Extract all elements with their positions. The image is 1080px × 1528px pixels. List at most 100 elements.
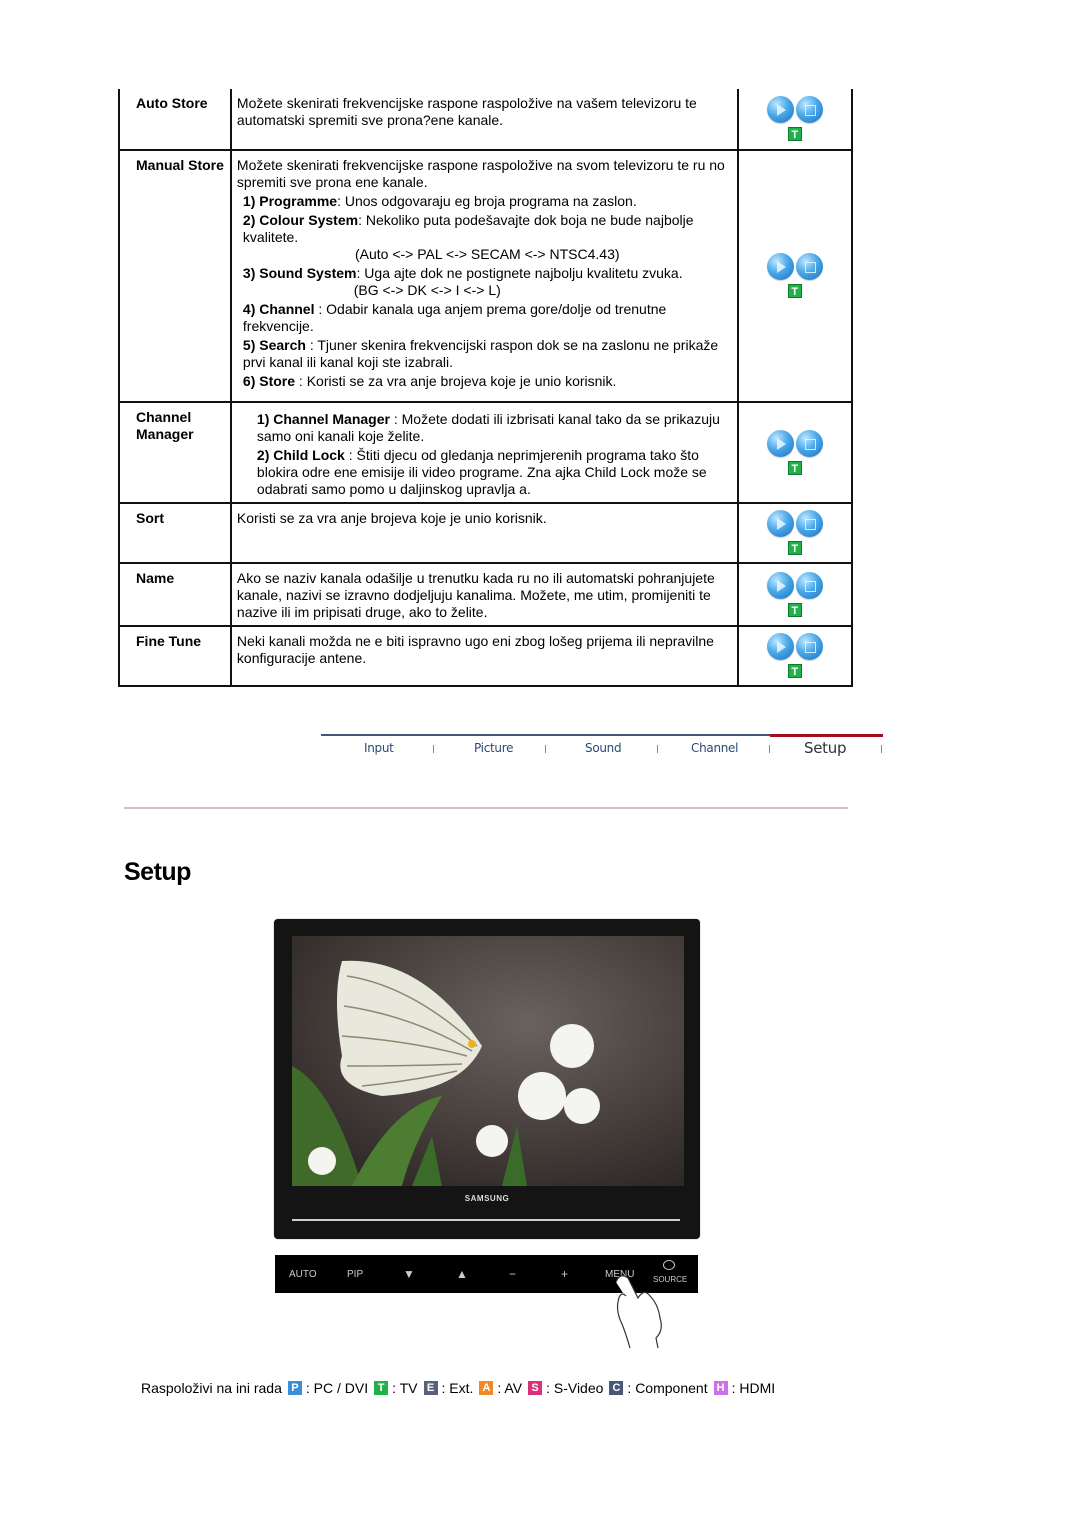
tv-mode-badge: T [787, 602, 802, 617]
play-icon[interactable] [766, 429, 794, 457]
feature-label: Name [118, 562, 232, 627]
play-icon[interactable] [766, 253, 794, 280]
legend-label: : PC / DVI [305, 1380, 369, 1396]
item-number: 2) Colour System [242, 212, 359, 228]
legend-label: : Ext. [441, 1380, 474, 1396]
page-title: Setup [124, 858, 191, 886]
stop-icon[interactable] [795, 429, 823, 457]
ext-badge: E [423, 1381, 438, 1395]
feature-label: Sort [118, 502, 232, 564]
tab-channel[interactable]: Channel [691, 741, 738, 755]
legend-prefix: Raspoloživi na ini rada [141, 1380, 282, 1396]
mode-icons: T [736, 562, 854, 627]
table-row: Manual Store Možete skenirati frekvencij… [118, 149, 854, 403]
play-icon[interactable] [766, 633, 794, 660]
tab-separator [881, 745, 882, 753]
play-icon[interactable] [766, 510, 794, 537]
tv-mode-badge: T [787, 127, 802, 141]
feature-label: Manual Store [118, 149, 232, 403]
item-text: : Tjuner skenira frekvencijski raspon do… [242, 337, 719, 370]
mode-icons: T [736, 149, 854, 403]
item-number: 4) Channel [242, 301, 315, 317]
hdmi-badge: H [713, 1381, 728, 1395]
mode-icons: T [736, 502, 854, 564]
section-nav: Input Picture Sound Channel Setup [321, 734, 883, 764]
legend-label: : TV [392, 1380, 418, 1396]
list-item: 3) Sound System: Uga ajte dok ne postign… [237, 265, 732, 299]
tv-mode-badge: T [787, 460, 802, 475]
table-row: Sort Koristi se za vra anje brojeva koje… [118, 502, 854, 564]
down-button[interactable]: ▼ [403, 1267, 415, 1281]
feature-description: Koristi se za vra anje brojeva koje je u… [229, 502, 739, 564]
feature-description: Možete skenirati frekvencijske raspone r… [229, 89, 739, 151]
pip-button[interactable]: PIP [347, 1269, 363, 1280]
play-icon[interactable] [766, 96, 794, 123]
item-number: 3) Sound System [242, 265, 357, 281]
feature-label: Fine Tune [118, 625, 232, 687]
play-icon[interactable] [766, 571, 794, 599]
item-text: : Uga ajte dok ne postignete najbolju kv… [356, 265, 683, 281]
available-modes-legend: Raspoloživi na ini rada P: PC / DVI T: T… [141, 1380, 775, 1396]
list-item: 2) Child Lock : Štiti djecu od gledanja … [237, 447, 732, 498]
tab-separator [769, 745, 770, 753]
list-item: 6) Store : Koristi se za vra anje brojev… [237, 373, 732, 390]
mode-icons: T [736, 89, 854, 151]
tab-picture[interactable]: Picture [474, 741, 513, 755]
feature-description: Ako se naziv kanala odašilje u trenutku … [229, 562, 739, 627]
hand-pointer-icon [615, 1275, 662, 1349]
item-number: 5) Search [242, 337, 306, 353]
legend-label: : Component [627, 1380, 708, 1396]
list-item: 1) Channel Manager : Možete dodati ili i… [237, 411, 732, 445]
auto-button[interactable]: AUTO [289, 1269, 317, 1280]
stop-icon[interactable] [795, 510, 823, 537]
tv-mode-badge: T [787, 541, 802, 555]
feature-label: Channel Manager [118, 401, 232, 504]
section-divider [124, 807, 848, 809]
item-number: 6) Store [242, 373, 296, 389]
minus-button[interactable]: − [509, 1267, 516, 1281]
setup-features-table: Auto Store Možete skenirati frekvencijsk… [118, 89, 854, 687]
table-row: Fine Tune Neki kanali možda ne e biti is… [118, 625, 854, 687]
tab-sound[interactable]: Sound [585, 741, 622, 755]
feature-label: Auto Store [118, 89, 232, 151]
tab-separator [545, 745, 546, 753]
component-badge: C [609, 1381, 624, 1395]
butterfly-photo [292, 936, 684, 1186]
monitor-illustration: SAMSUNG [274, 919, 700, 1239]
stop-icon[interactable] [795, 571, 823, 599]
tv-mode-badge: T [787, 284, 802, 298]
item-note: (Auto <-> PAL <-> SECAM <-> NTSC4.43) [354, 246, 620, 262]
tv-mode-badge: T [787, 664, 802, 678]
mode-icons: T [736, 625, 854, 687]
tv-badge: T [374, 1381, 389, 1395]
plus-button[interactable]: + [561, 1267, 568, 1281]
legend-label: : HDMI [731, 1380, 776, 1396]
item-note: (BG <-> DK <-> I <-> L) [353, 282, 501, 298]
list-item: 2) Colour System: Nekoliko puta podešava… [237, 212, 732, 263]
stop-icon[interactable] [795, 96, 823, 123]
list-item: 4) Channel : Odabir kanala uga anjem pre… [237, 301, 732, 335]
table-row: Name Ako se naziv kanala odašilje u tren… [118, 562, 854, 627]
nav-active-line [770, 734, 883, 737]
tab-input[interactable]: Input [364, 741, 394, 755]
av-badge: A [479, 1381, 494, 1395]
monitor-bezel-bar [292, 1219, 680, 1221]
table-row: Auto Store Možete skenirati frekvencijsk… [118, 89, 854, 151]
item-text: : Koristi se za vra anje brojeva koje je… [295, 373, 617, 389]
up-button[interactable]: ▲ [456, 1267, 468, 1281]
tab-setup[interactable]: Setup [804, 739, 846, 757]
nav-line [321, 734, 770, 736]
stop-icon[interactable] [795, 633, 823, 660]
item-number: 1) Programme [242, 193, 338, 209]
item-number: 2) Child Lock [256, 447, 345, 463]
item-text: : Unos odgovaraju eg broja programa na z… [337, 193, 637, 209]
tab-separator [657, 745, 658, 753]
legend-label: : S-Video [546, 1380, 604, 1396]
samsung-logo: SAMSUNG [464, 1194, 510, 1203]
stop-icon[interactable] [795, 253, 823, 280]
mode-icons: T [736, 401, 854, 504]
tab-separator [433, 745, 434, 753]
legend-label: : AV [497, 1380, 523, 1396]
table-row: Channel Manager 1) Channel Manager : Mož… [118, 401, 854, 504]
item-number: 1) Channel Manager [256, 411, 390, 427]
